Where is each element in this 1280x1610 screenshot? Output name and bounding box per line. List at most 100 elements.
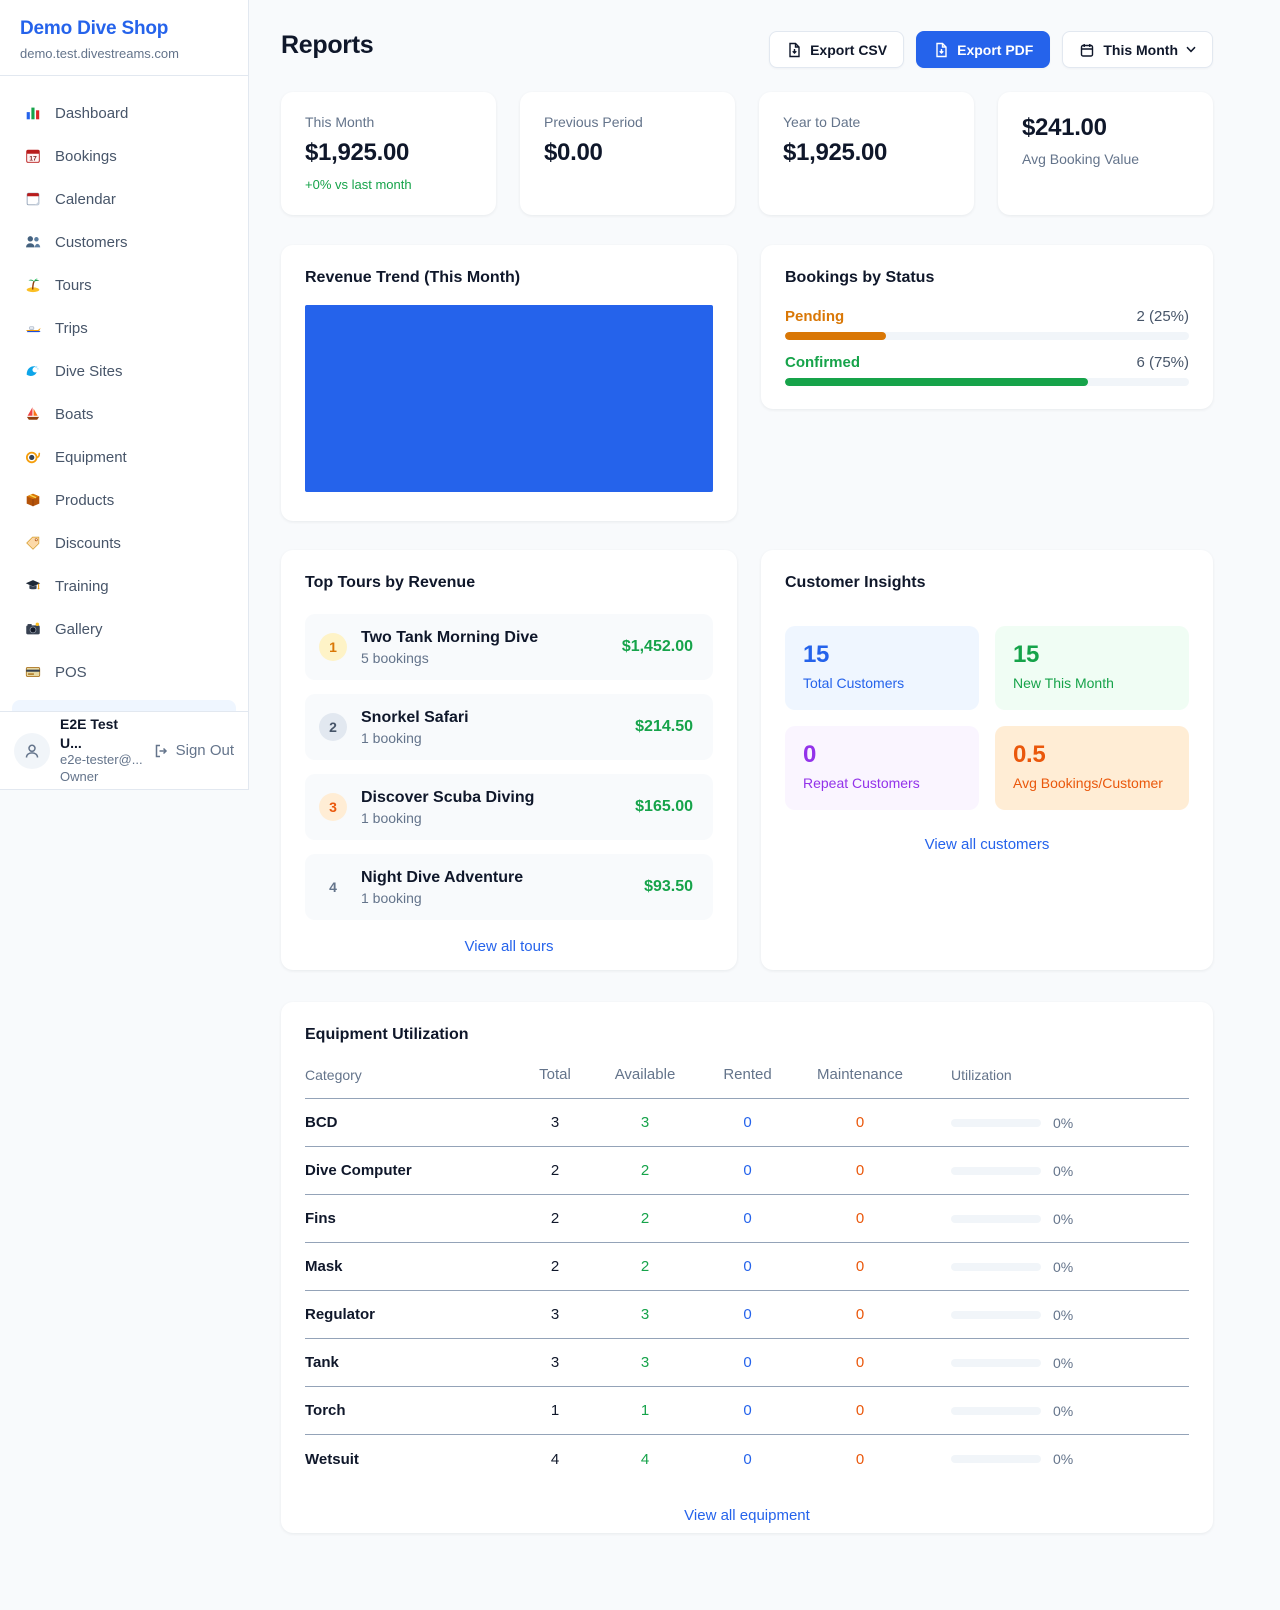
view-all-equipment-link[interactable]: View all equipment bbox=[305, 1507, 1189, 1524]
sidebar-item-products[interactable]: Products bbox=[12, 479, 236, 521]
insight-tile-repeat-customers: 0 Repeat Customers bbox=[785, 726, 979, 810]
top-tours-title: Top Tours by Revenue bbox=[305, 574, 713, 592]
bookings-by-status-panel: Bookings by Status Pending 2 (25%) Confi… bbox=[761, 245, 1213, 409]
table-row: Regulator 3 3 0 0 0% bbox=[305, 1291, 1189, 1339]
maintenance-cell: 0 bbox=[795, 1402, 925, 1419]
tour-revenue: $214.50 bbox=[635, 718, 693, 736]
maintenance-cell: 0 bbox=[795, 1306, 925, 1323]
progress-track bbox=[785, 332, 1189, 340]
view-all-customers-link[interactable]: View all customers bbox=[785, 836, 1189, 853]
maintenance-cell: 0 bbox=[795, 1451, 925, 1468]
utilization-cell: 0% bbox=[925, 1355, 1189, 1371]
utilization-cell: 0% bbox=[925, 1403, 1189, 1419]
sidebar-item-pos[interactable]: POS bbox=[12, 651, 236, 693]
status-value: 2 (25%) bbox=[1136, 308, 1189, 325]
sidebar-item-dashboard[interactable]: Dashboard bbox=[12, 92, 236, 134]
status-row-confirmed: Confirmed 6 (75%) bbox=[785, 354, 1189, 386]
progress-fill bbox=[785, 332, 886, 340]
available-cell: 2 bbox=[590, 1210, 700, 1227]
tour-name: Night Dive Adventure bbox=[361, 869, 523, 887]
sidebar-item-label: Trips bbox=[55, 320, 88, 337]
sidebar-item-tours[interactable]: Tours bbox=[12, 264, 236, 306]
page-header: Reports Export CSV Export PDF This Month bbox=[281, 31, 1213, 68]
export-csv-button[interactable]: Export CSV bbox=[769, 31, 904, 68]
export-pdf-label: Export PDF bbox=[957, 42, 1033, 58]
list-item: 1 Two Tank Morning Dive 5 bookings $1,45… bbox=[305, 614, 713, 680]
sidebar-item-label: Products bbox=[55, 492, 114, 509]
sidebar-item-reports-active-clipped[interactable] bbox=[12, 700, 236, 711]
period-selector[interactable]: This Month bbox=[1062, 31, 1213, 68]
credit-card-icon bbox=[24, 663, 42, 681]
tile-label: Repeat Customers bbox=[803, 775, 961, 791]
sidebar-item-bookings[interactable]: 17 Bookings bbox=[12, 135, 236, 177]
column-header-category: Category bbox=[305, 1067, 520, 1083]
sidebar-item-dive-sites[interactable]: Dive Sites bbox=[12, 350, 236, 392]
page-title: Reports bbox=[281, 31, 373, 60]
rank-badge: 3 bbox=[319, 793, 347, 821]
export-csv-label: Export CSV bbox=[810, 42, 887, 58]
table-header-row: Category Total Available Rented Maintena… bbox=[305, 1066, 1189, 1099]
tile-label: Avg Bookings/Customer bbox=[1013, 775, 1171, 791]
tour-bookings: 1 booking bbox=[361, 810, 534, 826]
sidebar-item-calendar[interactable]: Calendar bbox=[12, 178, 236, 220]
rented-cell: 0 bbox=[700, 1306, 795, 1323]
tour-revenue: $1,452.00 bbox=[622, 638, 693, 656]
tour-name: Two Tank Morning Dive bbox=[361, 629, 538, 647]
utilization-percent: 0% bbox=[1053, 1355, 1073, 1371]
insight-tile-avg-bookings: 0.5 Avg Bookings/Customer bbox=[995, 726, 1189, 810]
sign-out-button[interactable]: Sign Out bbox=[153, 742, 234, 759]
sign-out-label: Sign Out bbox=[176, 742, 234, 759]
revenue-trend-panel: Revenue Trend (This Month) bbox=[281, 245, 737, 521]
sidebar-item-gallery[interactable]: Gallery bbox=[12, 608, 236, 650]
total-cell: 3 bbox=[520, 1114, 590, 1131]
sidebar-item-equipment[interactable]: Equipment bbox=[12, 436, 236, 478]
speedboat-icon bbox=[24, 319, 42, 337]
status-value: 6 (75%) bbox=[1136, 354, 1189, 371]
category-cell: BCD bbox=[305, 1114, 520, 1131]
sign-out-icon bbox=[153, 743, 169, 759]
brand-name: Demo Dive Shop bbox=[20, 18, 228, 40]
progress-fill bbox=[785, 378, 1088, 386]
utilization-bar bbox=[951, 1407, 1041, 1415]
tour-name: Snorkel Safari bbox=[361, 709, 469, 727]
sidebar: Demo Dive Shop demo.test.divestreams.com… bbox=[0, 0, 249, 790]
sidebar-item-trips[interactable]: Trips bbox=[12, 307, 236, 349]
table-row: Wetsuit 4 4 0 0 0% bbox=[305, 1435, 1189, 1483]
tear-off-calendar-icon bbox=[24, 190, 42, 208]
graduation-cap-icon bbox=[24, 577, 42, 595]
stat-label: Avg Booking Value bbox=[1022, 151, 1189, 167]
sidebar-item-boats[interactable]: Boats bbox=[12, 393, 236, 435]
category-cell: Tank bbox=[305, 1354, 520, 1371]
stat-value: $1,925.00 bbox=[783, 139, 950, 167]
top-tours-list: 1 Two Tank Morning Dive 5 bookings $1,45… bbox=[305, 614, 713, 920]
sidebar-item-label: Tours bbox=[55, 277, 92, 294]
revenue-trend-chart bbox=[305, 305, 713, 492]
period-selector-label: This Month bbox=[1103, 42, 1178, 58]
sidebar-item-training[interactable]: Training bbox=[12, 565, 236, 607]
total-cell: 2 bbox=[520, 1210, 590, 1227]
stats-row: This Month $1,925.00 +0% vs last month P… bbox=[281, 92, 1213, 215]
desert-island-icon bbox=[24, 276, 42, 294]
utilization-percent: 0% bbox=[1053, 1307, 1073, 1323]
utilization-cell: 0% bbox=[925, 1163, 1189, 1179]
sidebar-item-customers[interactable]: Customers bbox=[12, 221, 236, 263]
sidebar-item-discounts[interactable]: Discounts bbox=[12, 522, 236, 564]
export-pdf-button[interactable]: Export PDF bbox=[916, 31, 1050, 68]
sidebar-item-label: Dashboard bbox=[55, 105, 128, 122]
table-row: Fins 2 2 0 0 0% bbox=[305, 1195, 1189, 1243]
tile-label: Total Customers bbox=[803, 675, 961, 691]
view-all-tours-link[interactable]: View all tours bbox=[305, 938, 713, 955]
stat-value: $1,925.00 bbox=[305, 139, 472, 167]
table-row: Mask 2 2 0 0 0% bbox=[305, 1243, 1189, 1291]
total-cell: 3 bbox=[520, 1306, 590, 1323]
rank-badge: 2 bbox=[319, 713, 347, 741]
rented-cell: 0 bbox=[700, 1210, 795, 1227]
rented-cell: 0 bbox=[700, 1402, 795, 1419]
user-info: E2E Test U... e2e-tester@... Owner bbox=[60, 715, 143, 785]
sailboat-icon bbox=[24, 405, 42, 423]
list-item: 3 Discover Scuba Diving 1 booking $165.0… bbox=[305, 774, 713, 840]
available-cell: 3 bbox=[590, 1114, 700, 1131]
file-download-icon bbox=[786, 42, 802, 58]
utilization-cell: 0% bbox=[925, 1307, 1189, 1323]
stat-label: Year to Date bbox=[783, 114, 950, 130]
